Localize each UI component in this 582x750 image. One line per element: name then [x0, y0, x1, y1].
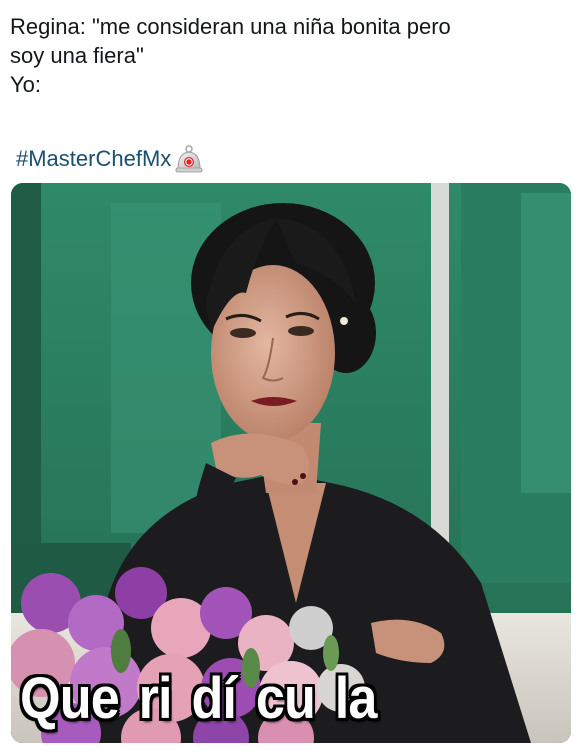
caption-word: la	[334, 666, 378, 731]
masterchef-bell-icon	[174, 143, 204, 175]
tweet-text: Regina: "me consideran una niña bonita p…	[10, 12, 575, 99]
caption-word: Que	[20, 666, 120, 731]
tweet-line: Regina: "me consideran una niña bonita p…	[10, 14, 451, 39]
caption-word: dí	[191, 666, 237, 731]
tweet-line: soy una fiera"	[10, 43, 144, 68]
tweet-line: Yo:	[10, 72, 42, 97]
gif-caption: Que ri dí cu la	[11, 669, 515, 729]
hashtag-link[interactable]: #MasterChefMx	[16, 146, 171, 172]
gif-frame-illustration	[11, 183, 571, 743]
caption-word: ri	[138, 666, 173, 731]
hashtag-row: #MasterChefMx	[16, 142, 204, 176]
caption-word: cu	[255, 666, 316, 731]
tweet-media-image[interactable]: Que ri dí cu la	[11, 183, 571, 743]
